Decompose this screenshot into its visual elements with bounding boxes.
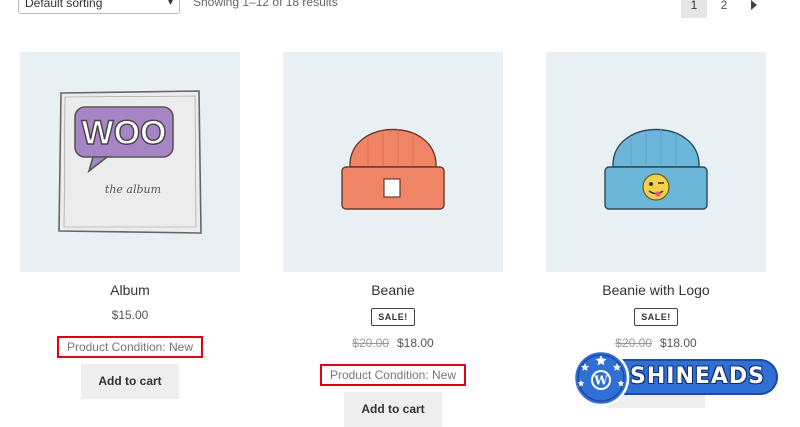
beanie-illustration <box>341 128 445 210</box>
album-logo-text: WOO <box>82 114 167 152</box>
page-2-link[interactable]: 2 <box>711 0 737 18</box>
shineads-watermark: SHINEADS W <box>572 349 780 407</box>
page-1-link[interactable]: 1 <box>681 0 707 18</box>
product-title[interactable]: Beanie <box>283 282 503 298</box>
product-condition: Product Condition: New <box>319 364 467 386</box>
add-to-cart-button[interactable]: Add to cart <box>344 392 442 427</box>
wordpress-stars-badge-icon: W <box>572 349 630 407</box>
product-price: $20.00 $18.00 <box>283 336 503 350</box>
sort-select-value: Default sorting <box>25 0 103 10</box>
sort-select[interactable]: Default sorting ▾ <box>18 0 180 14</box>
product-price: $15.00 <box>20 308 240 322</box>
product-title[interactable]: Beanie with Logo <box>546 282 766 298</box>
current-price: $18.00 <box>397 336 434 350</box>
pagination: 1 2 <box>681 0 767 18</box>
product-condition: Product Condition: New <box>56 336 204 358</box>
old-price: $20.00 <box>615 336 652 350</box>
product-card-beanie: Beanie SALE! $20.00 $18.00 Product Condit… <box>283 52 503 427</box>
watermark-text: SHINEADS <box>630 364 766 389</box>
product-card-album: WOO the album Album $15.00 Product Condi… <box>20 52 240 399</box>
svg-text:W: W <box>593 374 608 388</box>
product-image-beanie[interactable] <box>283 52 503 272</box>
beanie-with-logo-illustration <box>604 128 708 210</box>
triangle-right-icon <box>751 0 757 10</box>
next-page-button[interactable] <box>741 0 767 18</box>
album-caption: the album <box>105 183 161 196</box>
product-image-beanie-with-logo[interactable] <box>546 52 766 272</box>
add-to-cart-button[interactable]: Add to cart <box>81 364 179 399</box>
album-cover-illustration: WOO the album <box>58 90 202 234</box>
sale-badge: SALE! <box>371 308 415 326</box>
product-price: $20.00 $18.00 <box>546 336 766 350</box>
current-price: $15.00 <box>111 308 149 322</box>
chevron-down-icon: ▾ <box>167 0 173 8</box>
sale-badge: SALE! <box>634 308 678 326</box>
result-count: Showing 1–12 of 18 results <box>193 0 338 9</box>
current-price: $18.00 <box>660 336 697 350</box>
product-image-album[interactable]: WOO the album <box>20 52 240 272</box>
product-title[interactable]: Album <box>20 282 240 298</box>
old-price: $20.00 <box>352 336 389 350</box>
